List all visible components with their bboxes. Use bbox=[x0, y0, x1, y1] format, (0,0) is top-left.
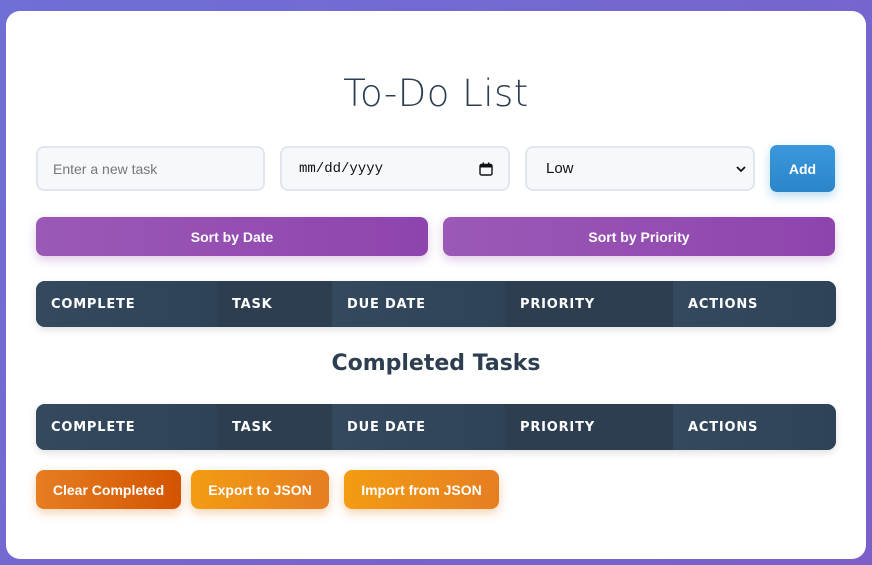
column-task: TASK bbox=[217, 281, 332, 327]
column-complete: COMPLETE bbox=[36, 281, 217, 327]
completed-column-due-date: DUE DATE bbox=[332, 404, 505, 450]
column-due-date: DUE DATE bbox=[332, 281, 505, 327]
sort-by-priority-button[interactable]: Sort by Priority bbox=[443, 217, 835, 256]
chevron-down-icon bbox=[736, 165, 746, 172]
sort-by-date-button[interactable]: Sort by Date bbox=[36, 217, 428, 256]
due-date-input[interactable]: mm/dd/yyyy bbox=[280, 146, 510, 191]
tasks-table-header: COMPLETE TASK DUE DATE PRIORITY ACTIONS bbox=[36, 281, 836, 327]
completed-column-task: TASK bbox=[217, 404, 332, 450]
add-task-button[interactable]: Add bbox=[770, 145, 835, 192]
completed-column-complete: COMPLETE bbox=[36, 404, 217, 450]
column-priority: PRIORITY bbox=[505, 281, 673, 327]
completed-tasks-heading: Completed Tasks bbox=[331, 351, 541, 376]
page-title: To-Do List bbox=[343, 72, 529, 115]
completed-column-actions: ACTIONS bbox=[673, 404, 836, 450]
task-input[interactable] bbox=[36, 146, 265, 191]
completed-table-header: COMPLETE TASK DUE DATE PRIORITY ACTIONS bbox=[36, 404, 836, 450]
clear-completed-button[interactable]: Clear Completed bbox=[36, 470, 181, 509]
due-date-placeholder: mm/dd/yyyy bbox=[299, 160, 384, 177]
completed-column-priority: PRIORITY bbox=[505, 404, 673, 450]
priority-select[interactable]: Low bbox=[525, 146, 755, 191]
calendar-icon[interactable] bbox=[479, 162, 493, 176]
export-json-button[interactable]: Export to JSON bbox=[191, 470, 329, 509]
import-json-button[interactable]: Import from JSON bbox=[344, 470, 499, 509]
priority-selected-value: Low bbox=[546, 160, 574, 177]
column-actions: ACTIONS bbox=[673, 281, 836, 327]
